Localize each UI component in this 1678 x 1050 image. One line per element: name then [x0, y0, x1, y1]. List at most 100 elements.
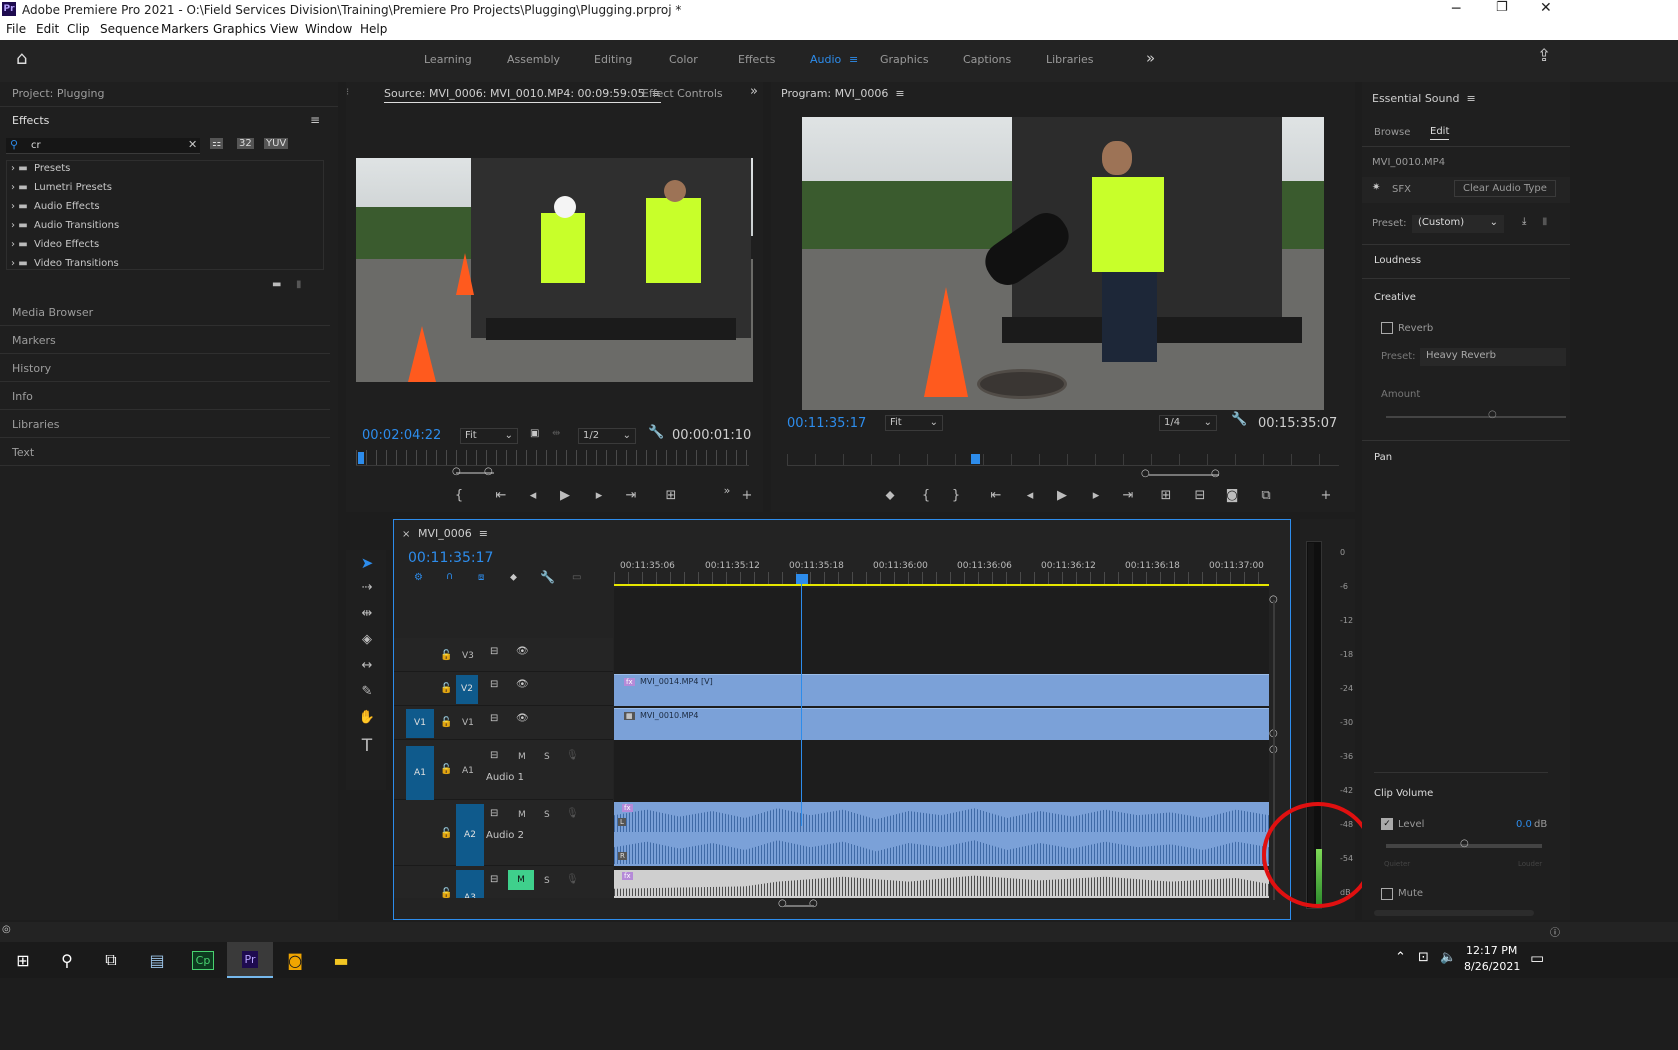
folder-presets[interactable]: › ▬ Presets — [11, 163, 70, 174]
folder-audio-transitions[interactable]: › ▬ Audio Transitions — [11, 220, 119, 231]
menu-help[interactable]: Help — [360, 22, 387, 36]
zoom-handle-right[interactable]: ○ — [1211, 468, 1220, 479]
mute-button-active[interactable]: M — [508, 870, 534, 890]
audio-clip-a3[interactable]: fx — [614, 870, 1269, 898]
outlook-app-icon[interactable]: ◙ — [272, 942, 318, 978]
track-target-a3[interactable]: A3 — [456, 870, 484, 898]
play-icon[interactable]: ▶ — [556, 488, 574, 503]
program-zoom-scrollbar[interactable] — [1149, 474, 1219, 476]
microphone-icon[interactable]: 🎙 — [566, 750, 579, 761]
eye-icon[interactable]: 👁 — [516, 646, 529, 657]
track-target-a2[interactable]: A2 — [456, 804, 484, 866]
preset-select[interactable]: (Custom) ⌄ — [1412, 215, 1504, 233]
source-resolution-select[interactable]: 1/2 ⌄ — [578, 428, 636, 444]
level-value[interactable]: 0.0 — [1516, 819, 1532, 830]
work-area-bar[interactable] — [614, 584, 1269, 586]
step-forward-icon[interactable]: ▸ — [1087, 488, 1105, 503]
mute-button[interactable]: M — [518, 752, 526, 762]
section-pan[interactable]: Pan — [1374, 452, 1392, 463]
sync-lock-icon[interactable]: ⊟ — [490, 646, 498, 657]
essential-sound-tab[interactable]: Essential Sound ≡ — [1372, 92, 1476, 105]
settings-wrench-icon[interactable]: 🔧 — [648, 425, 664, 440]
workspace-tab-editing[interactable]: Editing — [594, 53, 632, 66]
drag-video-icon[interactable]: ⇹ — [552, 428, 560, 439]
search-icon[interactable]: ⚲ — [44, 942, 90, 978]
step-back-icon[interactable]: ◂ — [524, 488, 542, 503]
zoom-handle-left[interactable]: ○ — [1141, 468, 1150, 479]
hand-tool-icon[interactable]: ✋ — [358, 710, 376, 725]
workspace-tab-captions[interactable]: Captions — [963, 53, 1011, 66]
captivate-app-icon[interactable]: Cp — [180, 942, 226, 978]
insert-icon[interactable]: ⊞ — [662, 488, 680, 503]
menu-file[interactable]: File — [6, 22, 26, 36]
add-button-icon[interactable]: + — [1317, 488, 1335, 503]
go-to-out-icon[interactable]: ⇥ — [1119, 488, 1137, 503]
go-to-out-icon[interactable]: ⇥ — [622, 488, 640, 503]
workspace-menu-icon[interactable]: ≡ — [849, 53, 858, 66]
safe-margins-icon[interactable]: ▣ — [530, 428, 539, 439]
mute-button[interactable]: M — [518, 810, 526, 820]
delete-preset-icon[interactable]: ▮ — [1542, 216, 1548, 227]
workspace-tab-learning[interactable]: Learning — [424, 53, 472, 66]
timeline-playhead-handle[interactable] — [796, 574, 808, 584]
workspace-more-button[interactable]: » — [1146, 49, 1155, 67]
panel-menu-icon[interactable]: ≡ — [892, 87, 904, 100]
microphone-icon[interactable]: 🎙 — [566, 808, 579, 819]
32bit-effects-icon[interactable]: 32 — [237, 138, 254, 149]
restore-icon[interactable]: ❐ — [1496, 0, 1508, 15]
section-loudness[interactable]: Loudness — [1374, 255, 1421, 266]
close-icon[interactable]: ✕ — [1540, 0, 1552, 16]
reverb-preset-select[interactable]: Heavy Reverb — [1420, 348, 1566, 366]
folder-lumetri-presets[interactable]: › ▬ Lumetri Presets — [11, 182, 112, 193]
lock-icon[interactable]: 🔓 — [440, 683, 452, 694]
program-resolution-select[interactable]: 1/4 ⌄ — [1159, 415, 1217, 431]
program-current-timecode[interactable]: 00:11:35:17 — [787, 416, 866, 431]
horizontal-scroll-handle-right[interactable]: ○ — [809, 898, 818, 909]
file-explorer-icon[interactable]: ▬ — [318, 942, 364, 978]
clip-v2[interactable]: fx MVI_0014.MP4 [V] — [614, 674, 1269, 706]
menu-view[interactable]: View — [270, 22, 298, 36]
timeline-playhead-line[interactable] — [801, 582, 802, 826]
menu-window[interactable]: Window — [305, 22, 352, 36]
razor-tool-icon[interactable]: ◈ — [358, 632, 376, 647]
program-time-ruler[interactable] — [787, 454, 1339, 466]
folder-video-effects[interactable]: › ▬ Video Effects — [11, 239, 99, 250]
step-forward-icon[interactable]: ▸ — [590, 488, 608, 503]
premiere-app-icon[interactable]: Pr — [227, 942, 273, 978]
minimize-icon[interactable]: ─ — [1452, 1, 1460, 17]
more-buttons-icon[interactable]: » — [718, 484, 736, 497]
lock-icon[interactable]: 🔓 — [440, 764, 452, 775]
folder-video-transitions[interactable]: › ▬ Video Transitions — [11, 258, 119, 269]
delete-icon[interactable]: ▮ — [296, 279, 302, 290]
panel-media-browser[interactable]: Media Browser — [12, 306, 93, 319]
section-creative[interactable]: Creative — [1374, 292, 1416, 303]
mute-checkbox[interactable] — [1381, 888, 1393, 900]
source-playhead[interactable] — [358, 452, 364, 464]
source-zoom-select[interactable]: Fit ⌄ — [460, 428, 518, 444]
sync-lock-icon[interactable]: ⊟ — [490, 808, 498, 819]
add-marker-icon[interactable]: ⬥ — [510, 572, 517, 583]
zoom-handle-right[interactable]: ○ — [484, 466, 493, 477]
timeline-time-ruler[interactable] — [614, 572, 1269, 584]
source-time-ruler[interactable] — [356, 450, 749, 466]
menu-edit[interactable]: Edit — [36, 22, 59, 36]
solo-button[interactable]: S — [544, 876, 550, 886]
solo-button[interactable]: S — [544, 810, 550, 820]
slip-tool-icon[interactable]: ↔ — [358, 658, 376, 673]
workspace-tab-effects[interactable]: Effects — [738, 53, 775, 66]
task-view-icon[interactable]: ⧉ — [88, 942, 134, 978]
tab-browse[interactable]: Browse — [1374, 127, 1410, 138]
add-marker-icon[interactable]: ⬥ — [881, 488, 899, 503]
lock-icon[interactable]: 🔓 — [440, 828, 452, 839]
sync-lock-icon[interactable]: ⊟ — [490, 750, 498, 761]
volume-icon[interactable]: 🔈 — [1440, 950, 1456, 965]
clock-time[interactable]: 12:17 PM — [1466, 944, 1517, 957]
more-panels-icon[interactable]: » — [750, 84, 758, 99]
effect-controls-tab[interactable]: Effect Controls — [642, 87, 723, 100]
clear-audio-type-button[interactable]: Clear Audio Type — [1454, 180, 1556, 197]
sync-lock-icon[interactable]: ⊟ — [490, 679, 498, 690]
source-tab[interactable]: Source: MVI_0006: MVI_0010.MP4: 00:09:59… — [384, 87, 661, 103]
workspace-tab-audio[interactable]: Audio — [810, 53, 841, 66]
panel-text[interactable]: Text — [12, 446, 34, 459]
info-icon[interactable]: ⓘ — [1550, 924, 1560, 939]
